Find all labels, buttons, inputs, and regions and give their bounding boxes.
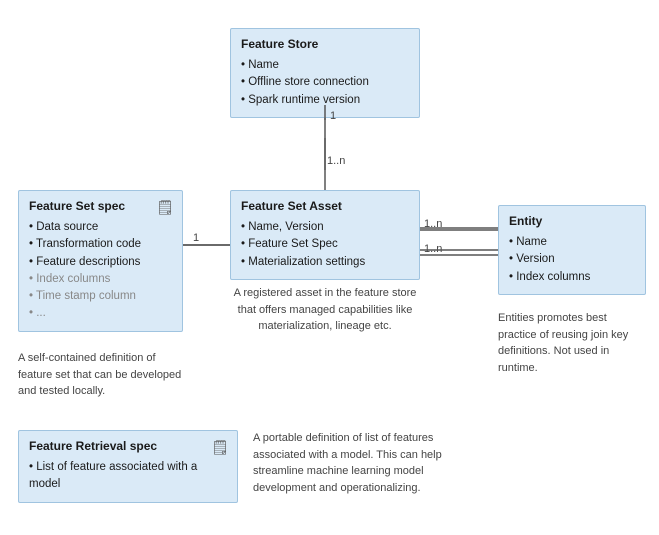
label-1-top: 1: [330, 110, 336, 122]
entity-item-3: Index columns: [509, 269, 635, 286]
label-1-left: 1: [193, 232, 199, 244]
asset-item-1: Name, Version: [241, 219, 409, 236]
label-1n-top: 1..n: [327, 155, 345, 167]
asset-item-3: Materialization settings: [241, 254, 409, 271]
spec-icon: 🗒: [156, 199, 174, 216]
retrieval-item-1: List of feature associated with a model: [29, 459, 211, 494]
spec-item-4: Index columns: [29, 271, 156, 288]
feature-set-asset-list: Name, Version Feature Set Spec Materiali…: [241, 219, 409, 271]
label-1n-right2: 1..n: [424, 243, 442, 255]
feature-set-spec-title: Feature Set spec: [29, 199, 156, 213]
feature-store-box: Feature Store Name Offline store connect…: [230, 28, 420, 118]
feature-set-spec-list: Data source Transformation code Feature …: [29, 219, 156, 323]
spec-item-5: Time stamp column: [29, 288, 156, 305]
feature-retrieval-spec-title: Feature Retrieval spec: [29, 439, 211, 453]
feature-set-asset-box: Feature Set Asset Name, Version Feature …: [230, 190, 420, 280]
spec-item-3: Feature descriptions: [29, 254, 156, 271]
asset-item-2: Feature Set Spec: [241, 236, 409, 253]
feature-set-asset-title: Feature Set Asset: [241, 199, 409, 213]
entity-list: Name Version Index columns: [509, 234, 635, 286]
feature-retrieval-spec-box: 🗒 Feature Retrieval spec List of feature…: [18, 430, 238, 503]
diagram: Feature Store Name Offline store connect…: [0, 0, 659, 535]
spec-item-6: ...: [29, 305, 156, 322]
spec-item-2: Transformation code: [29, 236, 156, 253]
label-1n-right1: 1..n: [424, 218, 442, 230]
entity-title: Entity: [509, 214, 635, 228]
retrieval-icon: 🗒: [211, 439, 229, 456]
feature-store-item-2: Offline store connection: [241, 74, 409, 91]
feature-set-spec-box: 🗒 Feature Set spec Data source Transform…: [18, 190, 183, 332]
spec-item-1: Data source: [29, 219, 156, 236]
entity-box: Entity Name Version Index columns: [498, 205, 646, 295]
feature-retrieval-spec-list: List of feature associated with a model: [29, 459, 211, 494]
entity-desc: Entities promotes best practice of reusi…: [498, 310, 646, 376]
feature-retrieval-spec-desc: A portable definition of list of feature…: [253, 430, 453, 496]
feature-set-asset-desc: A registered asset in the feature store …: [230, 285, 420, 335]
entity-item-2: Version: [509, 251, 635, 268]
feature-store-item-3: Spark runtime version: [241, 92, 409, 109]
feature-store-title: Feature Store: [241, 37, 409, 51]
feature-set-spec-desc: A self-contained definition of feature s…: [18, 350, 183, 400]
feature-store-item-1: Name: [241, 57, 409, 74]
entity-item-1: Name: [509, 234, 635, 251]
feature-store-list: Name Offline store connection Spark runt…: [241, 57, 409, 109]
